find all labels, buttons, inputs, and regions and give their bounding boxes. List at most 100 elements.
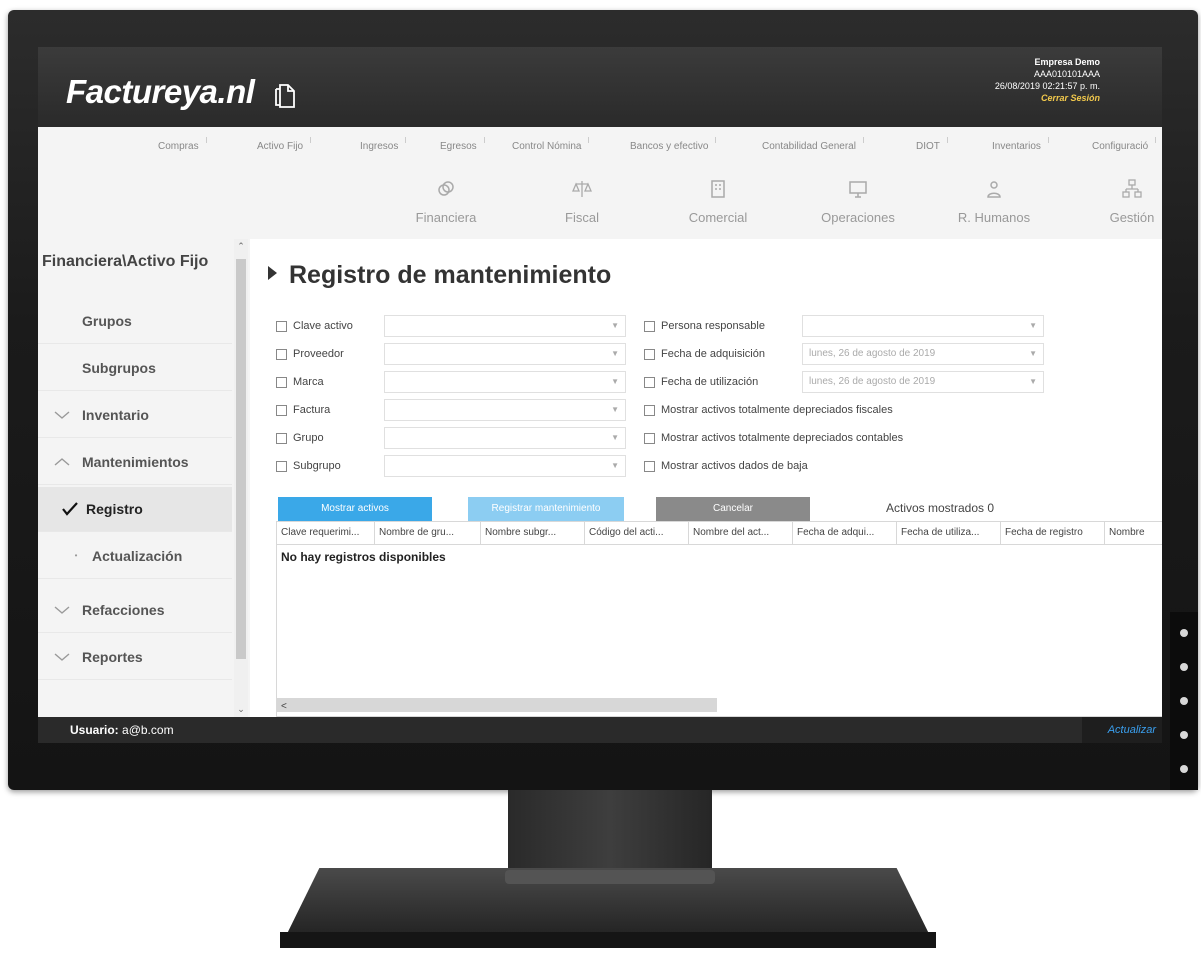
filter-grupo[interactable]: Grupo <box>276 427 324 449</box>
filter-fecha-adquisicion[interactable]: Fecha de adquisición <box>644 343 765 365</box>
checkbox[interactable] <box>644 376 655 388</box>
chevron-up-icon <box>54 458 70 466</box>
checkbox[interactable] <box>276 460 287 472</box>
module-comercial[interactable]: Comercial <box>668 175 768 227</box>
user-info: Usuario: a@b.com <box>70 723 174 737</box>
sidebar-item-mantenimientos[interactable]: Mantenimientos <box>38 440 232 485</box>
module-recursos-humanos[interactable]: R. Humanos <box>944 175 1044 227</box>
filter-factura[interactable]: Factura <box>276 399 330 421</box>
grupo-select[interactable]: ▼ <box>384 427 626 449</box>
menu-item-compras[interactable]: Compras <box>158 137 207 152</box>
scroll-left-icon[interactable]: < <box>281 701 287 712</box>
checkbox[interactable] <box>276 320 287 332</box>
register-maintenance-button[interactable]: Registrar mantenimiento <box>468 497 624 521</box>
document-icon <box>275 84 295 108</box>
logout-link[interactable]: Cerrar Sesión <box>995 92 1100 104</box>
horizontal-scrollbar[interactable] <box>277 698 717 712</box>
menu-item-contabilidad[interactable]: Contabilidad General <box>762 137 864 152</box>
chevron-down-icon <box>54 653 70 661</box>
column-header[interactable]: Fecha de registro <box>1001 522 1105 544</box>
menu-item-egresos[interactable]: Egresos <box>440 137 485 152</box>
scrollbar-thumb[interactable] <box>236 259 246 659</box>
sidebar-item-subgrupos[interactable]: Subgrupos <box>38 346 232 391</box>
sidebar-item-grupos[interactable]: Grupos <box>38 299 232 344</box>
module-fiscal[interactable]: Fiscal <box>532 175 632 227</box>
sidebar-item-actualizacion[interactable]: • Actualización <box>38 534 232 579</box>
column-header[interactable]: Nombre del act... <box>689 522 793 544</box>
clave-activo-select[interactable]: ▼ <box>384 315 626 337</box>
chevron-down-icon: ▼ <box>1029 377 1037 386</box>
sidebar-scrollbar[interactable]: ⌃ ⌄ <box>234 239 248 717</box>
column-header[interactable]: Nombre subgr... <box>481 522 585 544</box>
sidebar-item-inventario[interactable]: Inventario <box>38 393 232 438</box>
module-gestion[interactable]: Gestión <box>1082 175 1162 227</box>
module-operaciones[interactable]: Operaciones <box>808 175 908 227</box>
option-depreciados-fiscales[interactable]: Mostrar activos totalmente depreciados f… <box>644 399 893 421</box>
column-header[interactable]: Fecha de adqui... <box>793 522 897 544</box>
building-icon <box>711 180 725 198</box>
menu-item-inventarios[interactable]: Inventarios <box>992 137 1049 152</box>
sidebar-item-label: Registro <box>86 501 143 517</box>
sidebar: Financiera\Activo Fijo Grupos Subgrupos … <box>38 239 250 717</box>
chevron-down-icon: ▼ <box>611 461 619 470</box>
filter-clave-activo[interactable]: Clave activo <box>276 315 353 337</box>
show-assets-button[interactable]: Mostrar activos <box>278 497 432 521</box>
persona-responsable-select[interactable]: ▼ <box>802 315 1044 337</box>
factura-select[interactable]: ▼ <box>384 399 626 421</box>
checkbox[interactable] <box>644 460 655 472</box>
module-label: R. Humanos <box>957 210 1031 225</box>
monitor-icon <box>849 181 867 198</box>
update-link[interactable]: Actualizar <box>1082 717 1162 743</box>
sidebar-item-reportes[interactable]: Reportes <box>38 635 232 680</box>
menu-item-bancos[interactable]: Bancos y efectivo <box>630 137 717 152</box>
column-header[interactable]: Nombre de gru... <box>375 522 481 544</box>
sidebar-item-label: Reportes <box>82 649 143 665</box>
filter-fecha-utilizacion[interactable]: Fecha de utilización <box>644 371 758 393</box>
assets-grid: Clave requerimi... Nombre de gru... Nomb… <box>276 521 1162 717</box>
sidebar-item-label: Inventario <box>82 407 149 423</box>
menu-item-configuracion[interactable]: Configuració <box>1092 137 1157 152</box>
top-menu: Compras Activo Fijo Ingresos Egresos Con… <box>38 127 1162 166</box>
menu-item-activo-fijo[interactable]: Activo Fijo <box>257 137 312 152</box>
monitor-side-buttons <box>1170 612 1198 790</box>
filter-marca[interactable]: Marca <box>276 371 324 393</box>
subgrupo-select[interactable]: ▼ <box>384 455 626 477</box>
option-depreciados-contables[interactable]: Mostrar activos totalmente depreciados c… <box>644 427 903 449</box>
scroll-up-icon[interactable]: ⌃ <box>236 241 246 252</box>
marca-select[interactable]: ▼ <box>384 371 626 393</box>
scale-icon <box>572 181 592 197</box>
chevron-down-icon <box>54 411 70 419</box>
sidebar-item-label: Subgrupos <box>82 360 156 376</box>
fecha-utilizacion-picker[interactable]: lunes, 26 de agosto de 2019 ▼ <box>802 371 1044 393</box>
monitor-button <box>1180 697 1188 705</box>
module-financiera[interactable]: Financiera <box>396 175 496 227</box>
column-header[interactable]: Nombre <box>1105 522 1162 544</box>
checkbox[interactable] <box>276 376 287 388</box>
scroll-down-icon[interactable]: ⌄ <box>236 704 246 715</box>
checkbox[interactable] <box>644 404 655 416</box>
menu-item-diot[interactable]: DIOT <box>916 137 948 152</box>
proveedor-select[interactable]: ▼ <box>384 343 626 365</box>
filter-persona-responsable[interactable]: Persona responsable <box>644 315 765 337</box>
checkbox[interactable] <box>276 404 287 416</box>
fecha-adquisicion-picker[interactable]: lunes, 26 de agosto de 2019 ▼ <box>802 343 1044 365</box>
option-dados-de-baja[interactable]: Mostrar activos dados de baja <box>644 455 808 477</box>
menu-item-control-nomina[interactable]: Control Nómina <box>512 137 591 152</box>
filter-subgrupo[interactable]: Subgrupo <box>276 455 341 477</box>
checkbox[interactable] <box>276 348 287 360</box>
checkbox[interactable] <box>276 432 287 444</box>
column-header[interactable]: Fecha de utiliza... <box>897 522 1001 544</box>
checkbox[interactable] <box>644 320 655 332</box>
column-header[interactable]: Código del acti... <box>585 522 689 544</box>
sidebar-item-refacciones[interactable]: Refacciones <box>38 588 232 633</box>
menu-item-ingresos[interactable]: Ingresos <box>360 137 407 152</box>
checkmark-icon <box>62 502 78 516</box>
checkbox[interactable] <box>644 432 655 444</box>
module-label: Financiera <box>415 210 477 225</box>
column-header[interactable]: Clave requerimi... <box>277 522 375 544</box>
sidebar-item-registro[interactable]: Registro <box>38 487 232 532</box>
filter-proveedor[interactable]: Proveedor <box>276 343 344 365</box>
monitor-button <box>1180 663 1188 671</box>
checkbox[interactable] <box>644 348 655 360</box>
cancel-button[interactable]: Cancelar <box>656 497 810 521</box>
